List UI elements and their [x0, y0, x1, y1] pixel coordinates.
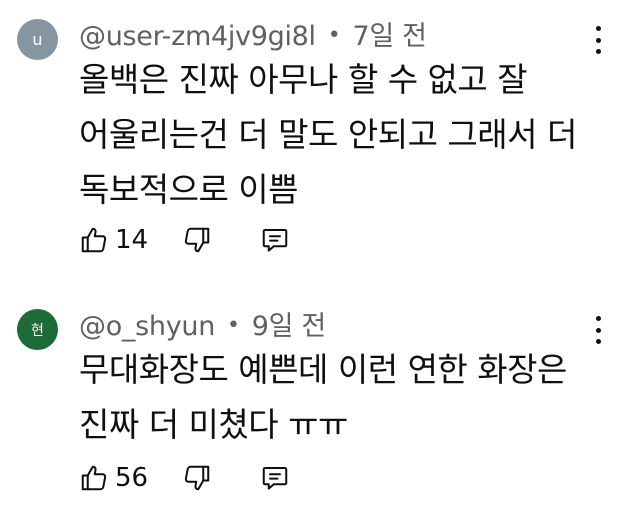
comment-line: 올백은 진짜 아무나 할 수 없고 잘 — [79, 60, 528, 99]
reply-button[interactable] — [260, 463, 290, 493]
like-count: 14 — [115, 225, 149, 255]
reply-comment-icon — [260, 225, 290, 255]
thumbs-down-icon — [182, 225, 212, 255]
comment-line: 어울리는건 더 말도 안되고 그래서 더 — [79, 115, 577, 154]
timestamp: 7일 전 — [352, 21, 427, 52]
thumbs-up-icon — [79, 463, 109, 493]
separator: • — [327, 23, 341, 48]
comment-meta: @user-zm4jv9gi8l • 7일 전 — [79, 14, 427, 53]
comment-item: u @user-zm4jv9gi8l • 7일 전 올백은 진짜 아무나 할 수 없… — [0, 0, 641, 270]
avatar[interactable]: 현 — [17, 309, 58, 350]
username[interactable]: @user-zm4jv9gi8l — [79, 21, 316, 52]
avatar[interactable]: u — [17, 19, 58, 60]
separator: • — [227, 313, 240, 338]
comment-meta: @o_shyun • 9일 전 — [79, 304, 326, 343]
username[interactable]: @o_shyun — [79, 311, 215, 342]
like-count: 56 — [115, 463, 149, 493]
comment-text: 올백은 진짜 아무나 할 수 없고 잘 어울리는건 더 말도 안되고 그래서 더… — [79, 52, 599, 217]
dislike-button[interactable] — [182, 463, 212, 493]
more-vertical-icon[interactable] — [588, 316, 608, 344]
like-button[interactable]: 14 — [79, 225, 148, 255]
thumbs-up-icon — [79, 225, 109, 255]
timestamp: 9일 전 — [251, 311, 327, 342]
comment-line: 진짜 더 미쳤다 ㅠㅠ — [79, 405, 348, 444]
more-vertical-icon[interactable] — [588, 26, 608, 54]
like-button[interactable]: 56 — [79, 463, 148, 493]
reply-comment-icon — [260, 463, 290, 493]
comment-text: 무대화장도 예쁜데 이런 연한 화장은 진짜 더 미쳤다 ㅠㅠ — [79, 342, 599, 452]
comment-actions: 14 — [79, 220, 290, 260]
comment-line: 무대화장도 예쁜데 이런 연한 화장은 — [79, 350, 567, 389]
dislike-button[interactable] — [182, 225, 212, 255]
comment-item: 현 @o_shyun • 9일 전 무대화장도 예쁜데 이런 연한 화장은 진짜 더… — [0, 290, 641, 512]
reply-button[interactable] — [260, 225, 290, 255]
thumbs-down-icon — [182, 463, 212, 493]
comment-line: 독보적으로 이쁨 — [79, 170, 299, 209]
comment-actions: 56 — [79, 458, 290, 498]
